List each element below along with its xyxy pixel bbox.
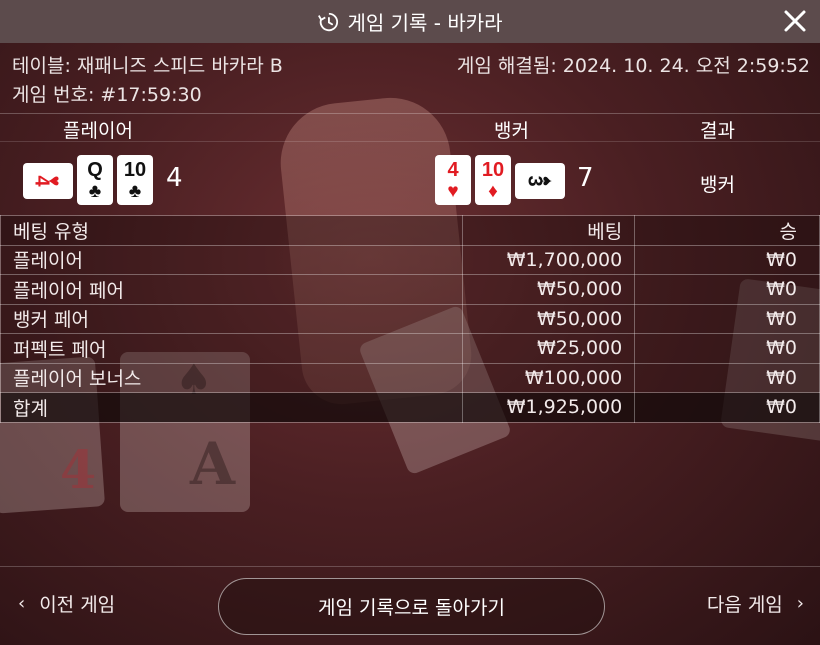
bet-amount: ₩100,000 [462,362,636,393]
table-row: 플레이어 페어 ₩50,000 ₩0 [0,274,820,305]
col-bet-amount: 베팅 [462,215,636,246]
card-rank: 10 [481,158,505,181]
bets-table: 베팅 유형 베팅 승 플레이어 ₩1,700,000 ₩0 플레이어 페어 ₩5… [0,215,820,423]
banker-card: 4 ♥ [435,155,471,205]
total-win: ₩0 [634,392,820,423]
bet-amount: ₩25,000 [462,333,636,364]
bet-amount: ₩50,000 [462,274,636,305]
table-row: 뱅커 페어 ₩50,000 ₩0 [0,303,820,334]
card-suit-icon: ♣ [88,180,102,202]
bet-type: 뱅커 페어 [0,303,464,334]
win-amount: ₩0 [634,244,820,275]
game-resolved-time: 게임 해결됨: 2024. 10. 24. 오전 2:59:52 [456,55,810,77]
player-card: 10 ♣ [117,155,153,205]
card-suit-icon: ♥ [44,175,65,187]
banker-card: 10 ♦ [475,155,511,205]
total-bet: ₩1,925,000 [462,392,636,423]
player-score: 4 [166,163,183,193]
table-name: 테이블: 재패니즈 스피드 바카라 B [12,55,283,77]
bet-amount: ₩50,000 [462,303,636,334]
table-row: 퍼펙트 페어 ₩25,000 ₩0 [0,333,820,364]
next-game-button[interactable]: 다음 게임 › [707,590,804,617]
win-amount: ₩0 [634,303,820,334]
dialog-title: 게임 기록 - 바카라 [347,11,503,35]
player-card: Q ♣ [77,155,113,205]
bet-type: 플레이어 보너스 [0,362,464,393]
divider [0,113,820,114]
bg-four-glyph: 4 [60,440,97,501]
round-result: 뱅커 [700,174,735,196]
bet-amount: ₩1,700,000 [462,244,636,275]
back-to-history-label: 게임 기록으로 돌아가기 [318,597,505,619]
win-amount: ₩0 [634,333,820,364]
bet-type: 퍼펙트 페어 [0,333,464,364]
card-suit-icon: ♥ [447,180,459,202]
banker-card: 3 ♠ [515,163,565,199]
result-header: 결과 [700,120,735,142]
prev-game-label: 이전 게임 [39,594,116,616]
next-game-label: 다음 게임 [706,594,783,616]
prev-game-button[interactable]: ‹ 이전 게임 [18,590,115,617]
game-number: 게임 번호: #17:59:30 [12,84,202,106]
bet-type: 플레이어 페어 [0,274,464,305]
total-row: 합계 ₩1,925,000 ₩0 [0,392,820,423]
win-amount: ₩0 [634,362,820,393]
player-card: 4 ♥ [23,163,73,199]
history-icon [318,12,339,31]
divider [0,141,820,142]
card-rank: 4 [447,158,459,181]
banker-header: 뱅커 [494,120,529,142]
bets-header-row: 베팅 유형 베팅 승 [0,215,820,246]
bet-type: 플레이어 [0,244,464,275]
chevron-right-icon: › [796,593,804,614]
close-icon[interactable] [782,8,808,34]
dialog-header: 게임 기록 - 바카라 [0,0,820,43]
card-suit-icon: ♠ [536,176,557,186]
card-suit-icon: ♣ [128,180,142,202]
back-to-history-button[interactable]: 게임 기록으로 돌아가기 [218,578,605,635]
table-row: 플레이어 ₩1,700,000 ₩0 [0,244,820,275]
banker-score: 7 [577,163,594,193]
table-row: 플레이어 보너스 ₩100,000 ₩0 [0,362,820,393]
footer-divider [0,566,820,567]
card-rank: Q [87,158,103,181]
total-label: 합계 [0,392,464,423]
card-rank: 10 [123,158,147,181]
player-cards: 4 ♥ Q ♣ 10 ♣ [23,155,153,205]
col-bet-type: 베팅 유형 [0,215,464,246]
card-suit-icon: ♦ [488,180,498,202]
player-header: 플레이어 [63,120,133,142]
chevron-left-icon: ‹ [18,593,26,614]
banker-cards: 4 ♥ 10 ♦ 3 ♠ [435,155,565,205]
bg-ace-glyph: A [190,430,236,498]
col-win-amount: 승 [634,215,820,246]
win-amount: ₩0 [634,274,820,305]
